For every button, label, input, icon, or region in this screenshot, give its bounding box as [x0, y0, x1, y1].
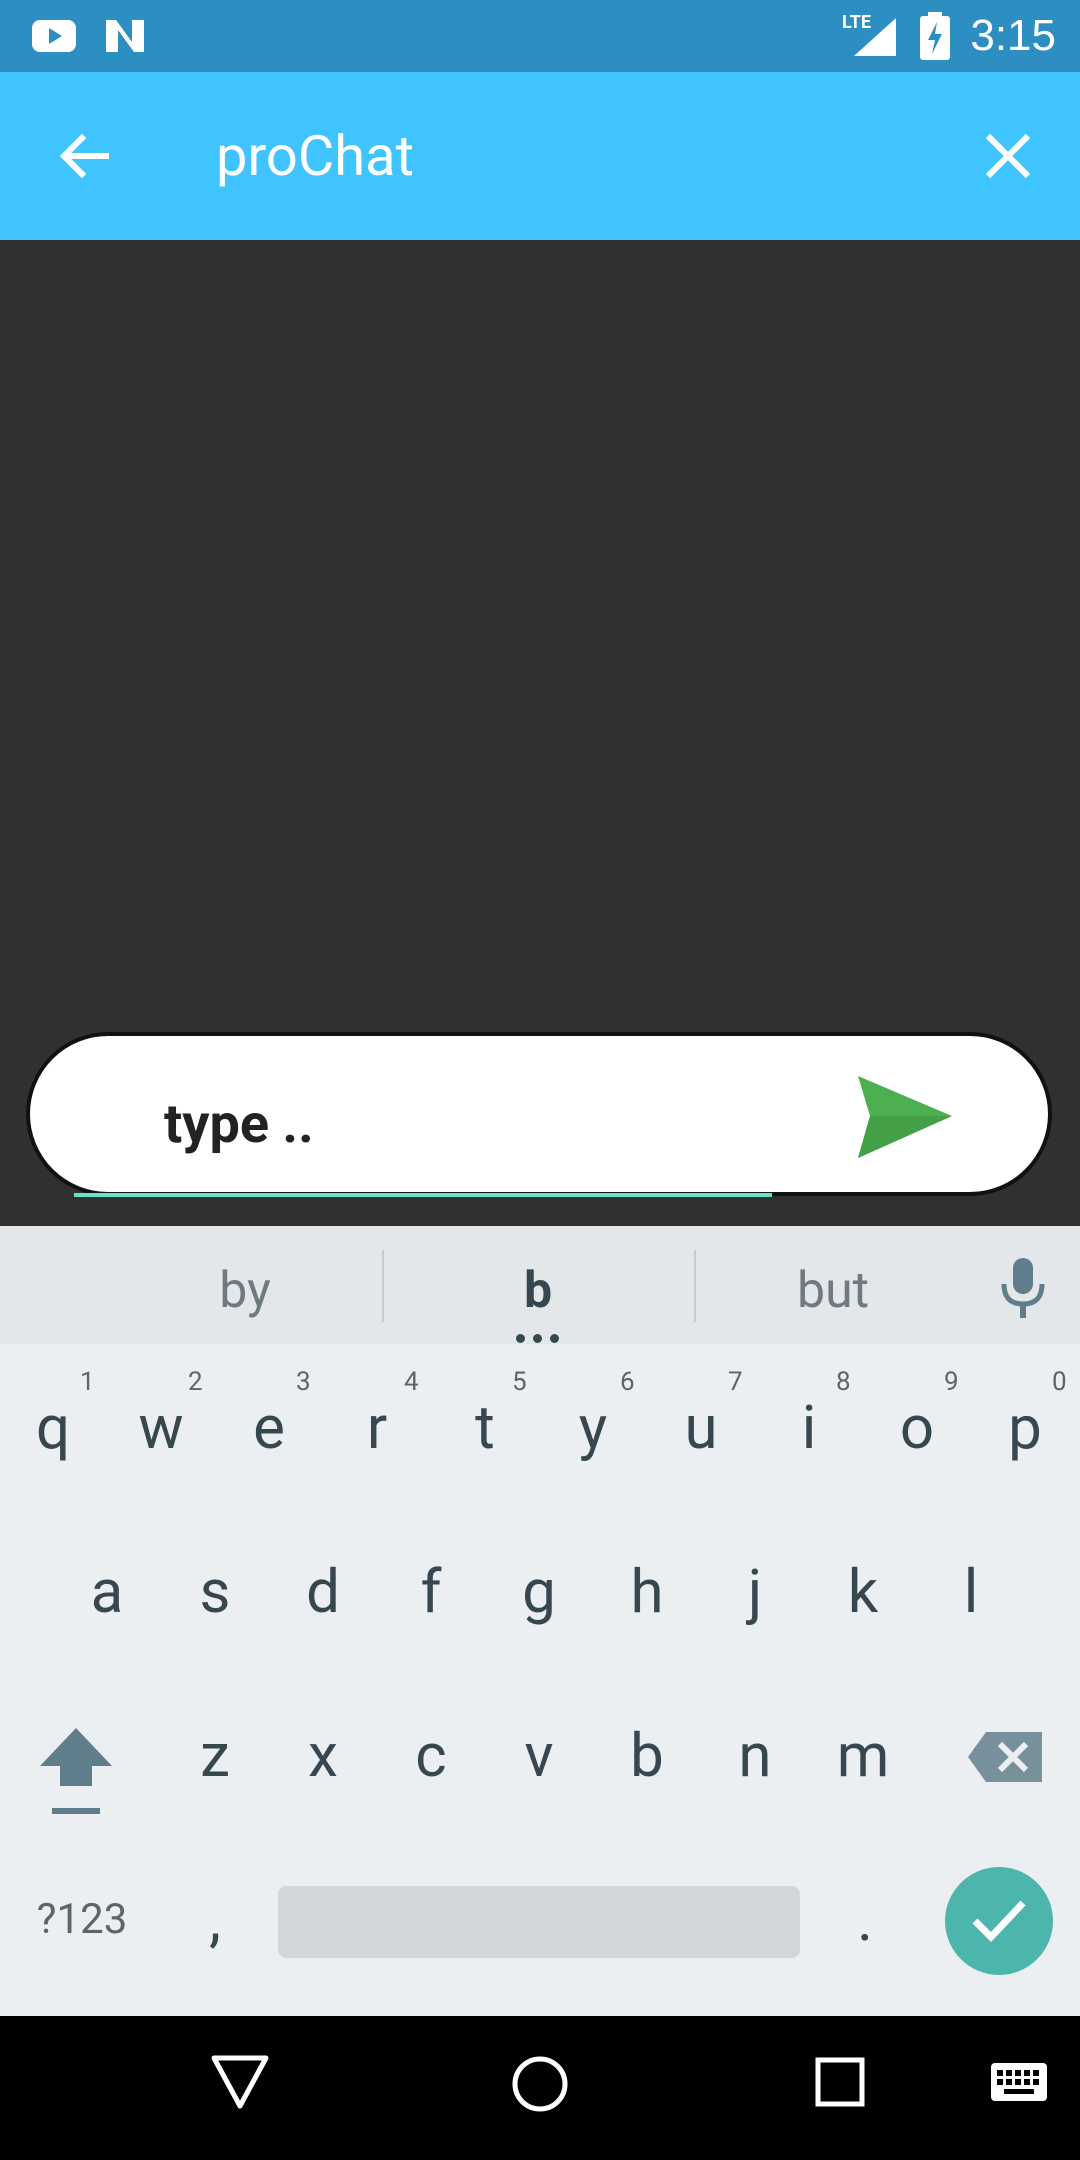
suggestion-by[interactable]: by — [115, 1256, 375, 1326]
key-f[interactable]: f — [386, 1552, 476, 1632]
key-q[interactable]: q — [8, 1388, 98, 1468]
navigation-bar — [0, 2016, 1080, 2160]
app-bar: proChat — [0, 72, 1080, 240]
key-v[interactable]: v — [494, 1716, 584, 1796]
key-hint-9: 9 — [944, 1367, 959, 1397]
key-z[interactable]: z — [170, 1716, 260, 1796]
key-b[interactable]: b — [602, 1716, 692, 1796]
shift-icon[interactable] — [38, 1724, 114, 1818]
home-circle-icon[interactable] — [510, 2054, 570, 2114]
key-o[interactable]: o — [872, 1388, 962, 1468]
key-w[interactable]: w — [116, 1388, 206, 1468]
key-hint-4: 4 — [404, 1367, 419, 1397]
clock: 3:15 — [970, 11, 1056, 60]
key-i[interactable]: i — [764, 1388, 854, 1468]
key-u[interactable]: u — [656, 1388, 746, 1468]
key-c[interactable]: c — [386, 1716, 476, 1796]
signal-icon — [854, 18, 896, 56]
status-bar: LTE 3:15 — [0, 0, 1080, 72]
key-hint-8: 8 — [836, 1367, 851, 1397]
key-hint-3: 3 — [296, 1367, 311, 1397]
checkmark-icon — [972, 1900, 1026, 1943]
microphone-icon[interactable] — [998, 1256, 1048, 1322]
key-hint-2: 2 — [188, 1367, 203, 1397]
key-p[interactable]: p — [980, 1388, 1070, 1468]
symbols-key[interactable]: ?123 — [22, 1880, 142, 1960]
key-hint-6: 6 — [620, 1367, 635, 1397]
suggestion-b[interactable]: b — [408, 1256, 668, 1326]
key-m[interactable]: m — [818, 1716, 908, 1796]
backspace-icon[interactable] — [966, 1730, 1044, 1784]
back-arrow-icon[interactable] — [56, 128, 112, 184]
key-k[interactable]: k — [818, 1552, 908, 1632]
suggestion-more-dots — [516, 1334, 564, 1344]
key-a[interactable]: a — [62, 1552, 152, 1632]
input-underline — [74, 1193, 772, 1197]
key-hint-1: 1 — [80, 1367, 95, 1397]
period-key[interactable]: . — [820, 1880, 910, 1960]
battery-charging-icon — [920, 12, 950, 60]
key-n[interactable]: n — [710, 1716, 800, 1796]
recents-square-icon[interactable] — [814, 2056, 866, 2108]
space-key[interactable] — [278, 1886, 800, 1958]
enter-key[interactable] — [945, 1867, 1053, 1975]
suggestion-divider — [694, 1250, 696, 1322]
comma-key[interactable]: , — [170, 1880, 260, 1960]
key-g[interactable]: g — [494, 1552, 584, 1632]
app-title: proChat — [216, 123, 414, 189]
key-hint-7: 7 — [728, 1367, 743, 1397]
key-j[interactable]: j — [710, 1552, 800, 1632]
key-t[interactable]: t — [440, 1388, 530, 1468]
key-e[interactable]: e — [224, 1388, 314, 1468]
key-y[interactable]: y — [548, 1388, 638, 1468]
youtube-icon — [32, 20, 76, 52]
suggestion-divider — [382, 1250, 384, 1322]
key-s[interactable]: s — [170, 1552, 260, 1632]
key-hint-0: 0 — [1052, 1367, 1067, 1397]
key-h[interactable]: h — [602, 1552, 692, 1632]
send-icon[interactable] — [856, 1074, 956, 1160]
message-input[interactable]: type .. — [164, 1090, 314, 1160]
notification-n-icon — [106, 20, 144, 52]
suggestion-but[interactable]: but — [703, 1256, 963, 1326]
key-hint-5: 5 — [512, 1367, 527, 1397]
keyboard-switch-icon[interactable] — [990, 2062, 1048, 2106]
key-l[interactable]: l — [926, 1552, 1016, 1632]
key-x[interactable]: x — [278, 1716, 368, 1796]
close-icon[interactable] — [982, 130, 1034, 182]
key-d[interactable]: d — [278, 1552, 368, 1632]
key-r[interactable]: r — [332, 1388, 422, 1468]
back-triangle-icon[interactable] — [210, 2054, 270, 2112]
